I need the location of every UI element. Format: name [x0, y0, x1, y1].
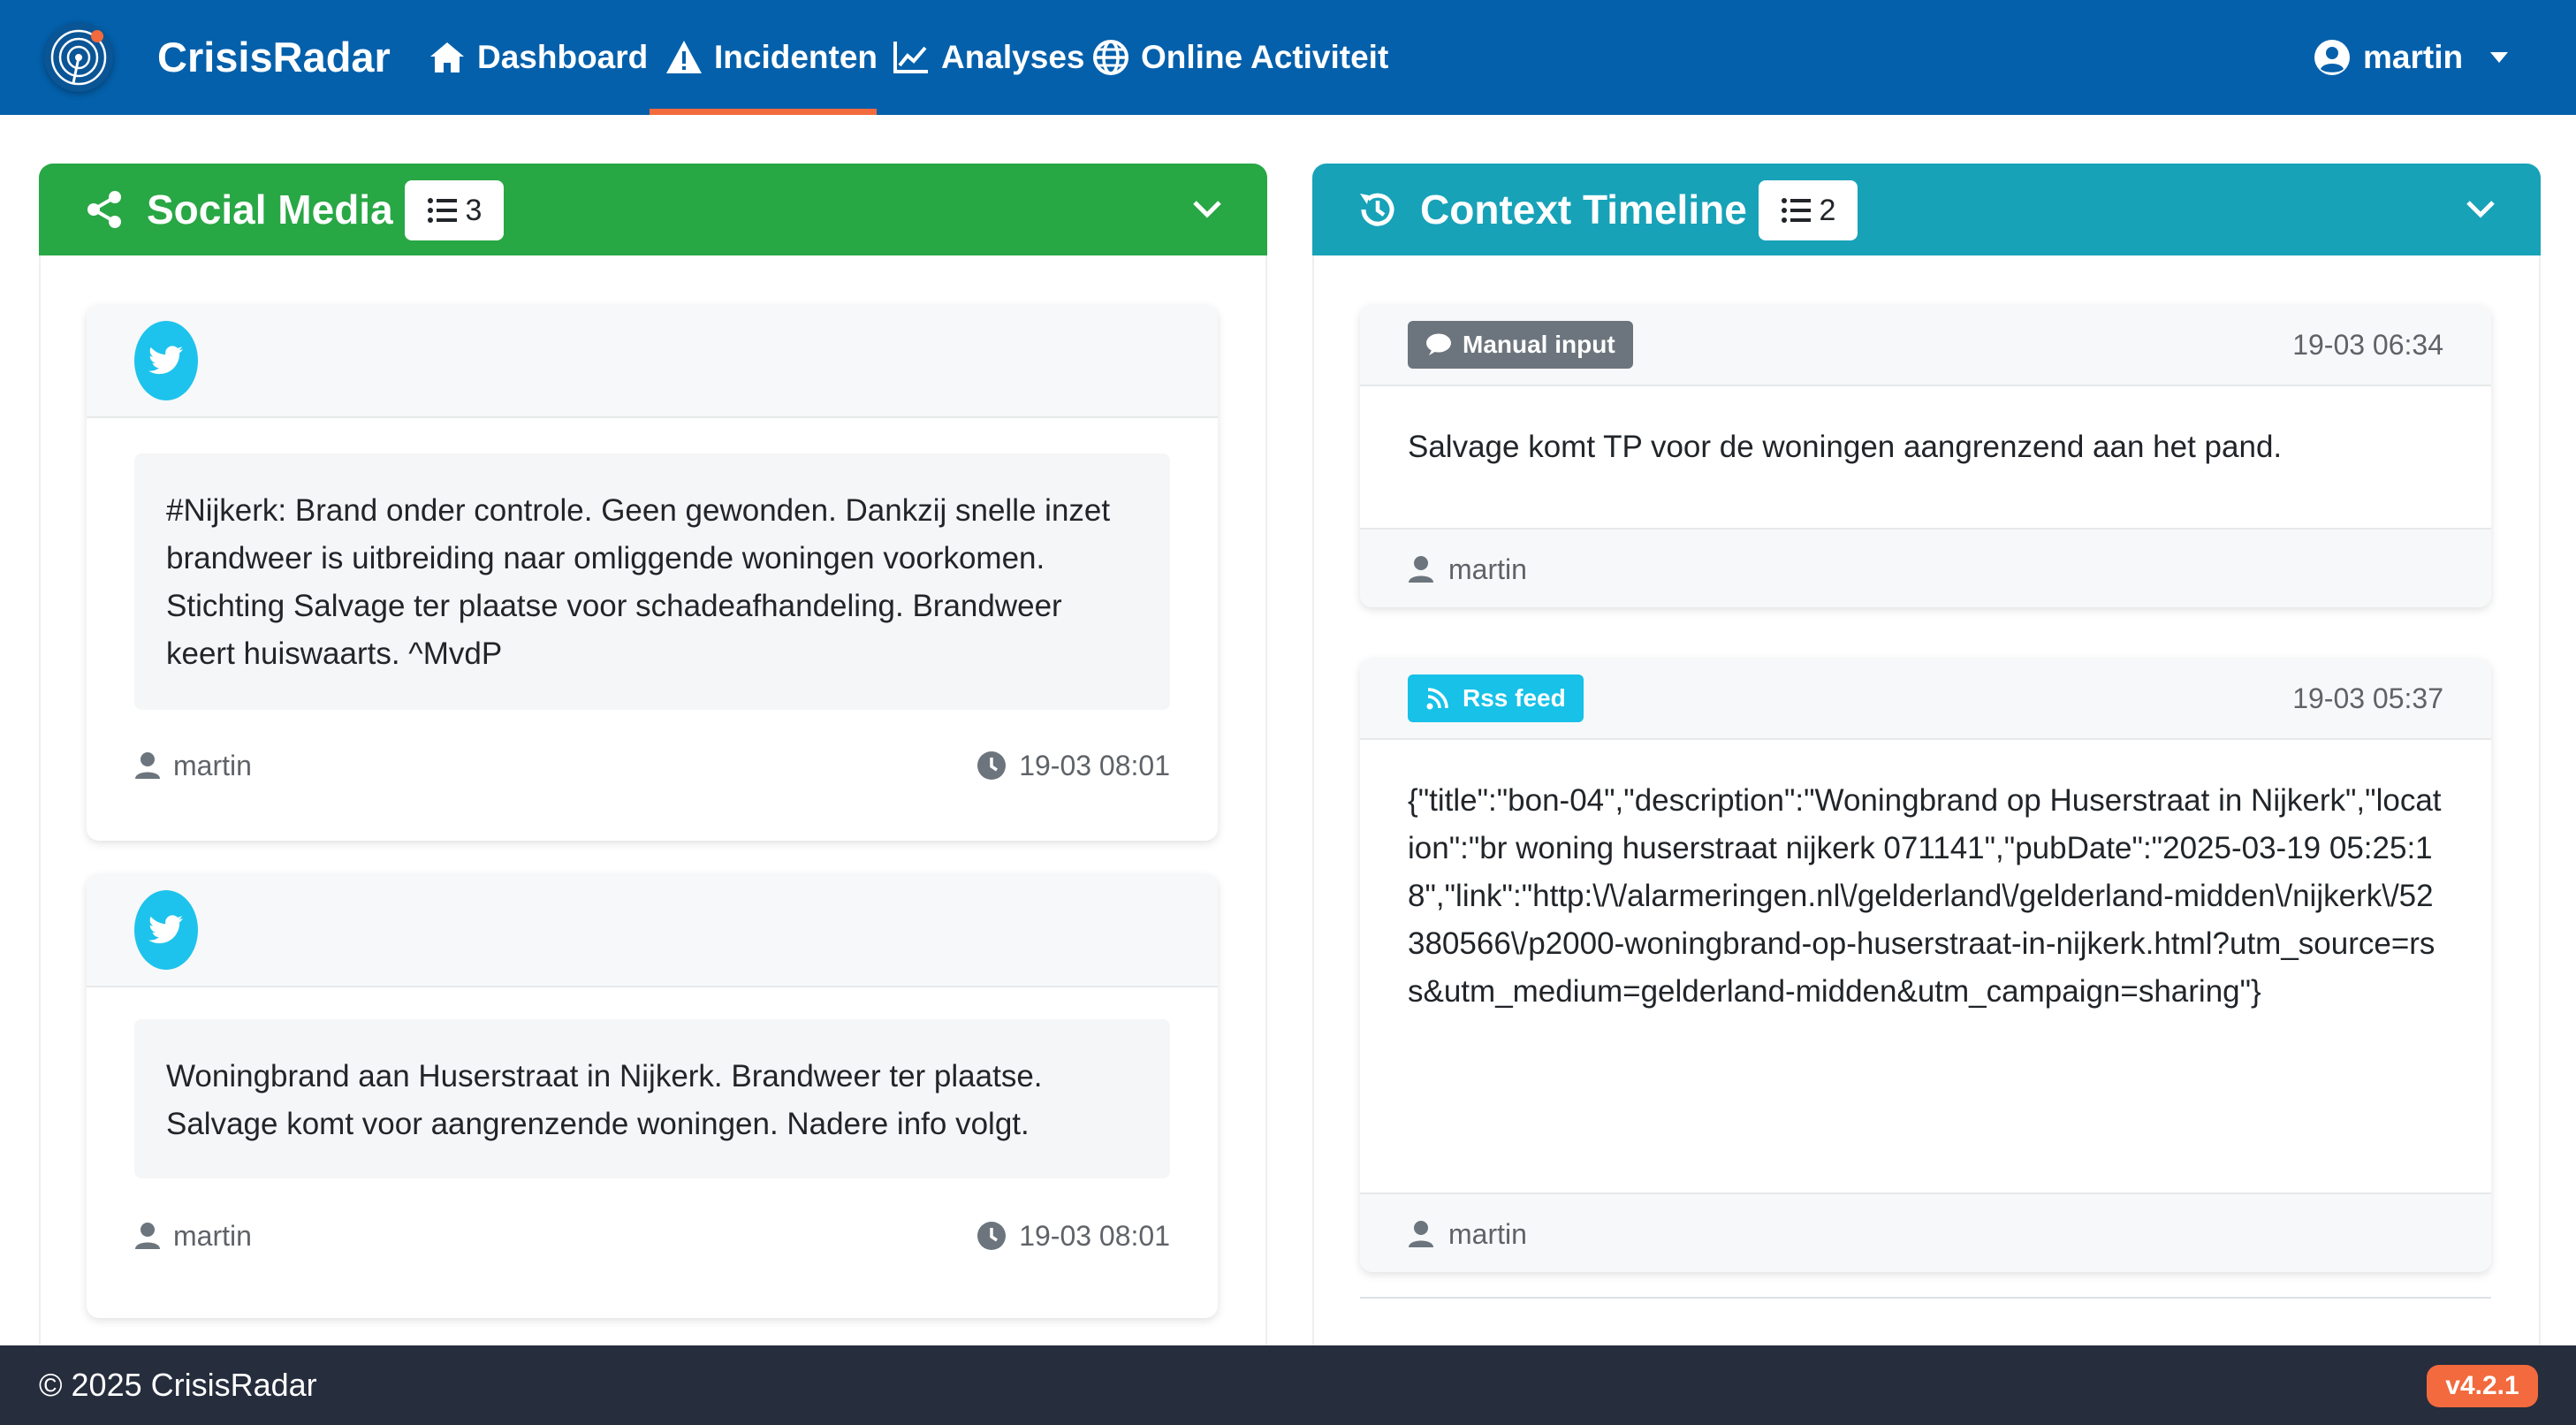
- line-chart-icon: [892, 38, 931, 77]
- user-icon: [1408, 555, 1434, 583]
- twitter-icon[interactable]: [134, 890, 198, 970]
- nav-online-activiteit-label: Online Activiteit: [1141, 39, 1389, 75]
- user-icon: [134, 1222, 161, 1250]
- timeline-entry-author-name: martin: [1448, 1217, 1527, 1250]
- social-media-count-badge: 3: [405, 180, 504, 240]
- nav-dashboard[interactable]: Dashboard: [428, 0, 648, 115]
- copyright-text: © 2025 CrisisRadar: [39, 1367, 317, 1403]
- nav-incidenten[interactable]: Incidenten: [665, 0, 878, 115]
- timeline-entry-header: Rss feed 19-03 05:37: [1360, 659, 2491, 740]
- social-post-text: #Nijkerk: Brand onder controle. Geen gew…: [134, 453, 1170, 710]
- chevron-down-icon[interactable]: [2465, 197, 2496, 222]
- nav-dashboard-label: Dashboard: [477, 39, 649, 75]
- context-timeline-panel-header[interactable]: Context Timeline 2: [1312, 164, 2541, 255]
- timeline-entry-header: Manual input 19-03 06:34: [1360, 305, 2491, 386]
- timeline-entry-author: martin: [1408, 530, 1527, 607]
- crisisradar-logo-icon[interactable]: [44, 23, 113, 92]
- share-icon: [83, 188, 125, 231]
- top-navbar: CrisisRadar Dashboard Incidenten Analyse…: [0, 0, 2576, 115]
- nav-analyses[interactable]: Analyses: [892, 0, 1085, 115]
- chevron-down-icon[interactable]: [1191, 197, 1223, 222]
- clock-icon: [976, 1221, 1007, 1251]
- timeline-entry-text: {"title":"bon-04","description":"Woningb…: [1408, 783, 2442, 1009]
- rss-icon: [1425, 686, 1452, 711]
- social-post-card: Woningbrand aan Huserstraat in Nijkerk. …: [87, 874, 1218, 1318]
- context-timeline-count-badge: 2: [1759, 180, 1858, 240]
- user-name: martin: [2363, 39, 2464, 75]
- brand-name[interactable]: CrisisRadar: [157, 30, 391, 85]
- social-post-header: [87, 874, 1218, 987]
- social-post-timestamp: 19-03 08:01: [976, 743, 1170, 788]
- user-icon: [1408, 1220, 1434, 1248]
- nav-online-activiteit[interactable]: Online Activiteit: [1091, 0, 1388, 115]
- nav-incidenten-label: Incidenten: [714, 39, 878, 75]
- social-post-time: 19-03 08:01: [1019, 1219, 1170, 1252]
- comment-icon: [1425, 332, 1452, 357]
- timeline-entry-card: Manual input 19-03 06:34 Salvage komt TP…: [1360, 305, 2491, 607]
- context-timeline-title: Context Timeline: [1420, 187, 1747, 232]
- timeline-entry-time: 19-03 05:37: [2292, 682, 2443, 714]
- list-icon: [427, 196, 459, 225]
- nav-active-indicator: [650, 109, 877, 115]
- timeline-entry-author: martin: [1408, 1194, 1527, 1272]
- social-post-author-name: martin: [173, 1219, 252, 1252]
- timeline-divider: [1360, 1297, 2491, 1299]
- social-post-timestamp: 19-03 08:01: [976, 1214, 1170, 1258]
- timeline-entry-text: Salvage komt TP voor de woningen aangren…: [1408, 430, 2283, 464]
- warning-icon: [665, 38, 703, 77]
- social-media-title: Social Media: [147, 187, 393, 232]
- social-post-text: Woningbrand aan Huserstraat in Nijkerk. …: [134, 1019, 1170, 1178]
- user-icon: [134, 751, 161, 780]
- social-post-header: [87, 305, 1218, 418]
- timeline-entry-author-name: martin: [1448, 552, 1527, 585]
- timeline-type-badge: Rss feed: [1408, 674, 1584, 722]
- user-menu-dropdown[interactable]: martin: [2314, 0, 2509, 115]
- social-post-time: 19-03 08:01: [1019, 749, 1170, 781]
- user-circle-icon: [2314, 39, 2351, 76]
- social-media-panel: Social Media 3 #Nijkerk: Brand onder con…: [39, 164, 1267, 1350]
- home-icon: [428, 38, 467, 77]
- list-icon: [1781, 196, 1812, 225]
- history-icon: [1356, 188, 1399, 231]
- social-post-card: #Nijkerk: Brand onder controle. Geen gew…: [87, 305, 1218, 841]
- page-footer: © 2025 CrisisRadar v4.2.1: [0, 1345, 2576, 1425]
- globe-icon: [1091, 38, 1130, 77]
- timeline-entry-time: 19-03 06:34: [2292, 329, 2443, 361]
- timeline-type-label: Rss feed: [1463, 684, 1566, 712]
- timeline-entry-footer: martin: [1360, 528, 2491, 607]
- timeline-entry-card: Rss feed 19-03 05:37 {"title":"bon-04","…: [1360, 659, 2491, 1272]
- nav-analyses-label: Analyses: [941, 39, 1085, 75]
- social-post-author: martin: [134, 743, 252, 788]
- social-post-author: martin: [134, 1214, 252, 1258]
- timeline-entry-footer: martin: [1360, 1193, 2491, 1272]
- caret-down-icon: [2475, 51, 2509, 64]
- version-badge: v4.2.1: [2427, 1365, 2538, 1407]
- social-media-panel-header[interactable]: Social Media 3: [39, 164, 1267, 255]
- clock-icon: [976, 751, 1007, 781]
- social-media-count: 3: [465, 193, 483, 227]
- twitter-icon[interactable]: [134, 321, 198, 400]
- context-timeline-panel: Context Timeline 2 Manual input 19-03 06…: [1312, 164, 2541, 1350]
- social-post-author-name: martin: [173, 749, 252, 781]
- timeline-type-label: Manual input: [1463, 331, 1615, 358]
- timeline-type-badge: Manual input: [1408, 321, 1633, 369]
- context-timeline-count: 2: [1819, 193, 1836, 227]
